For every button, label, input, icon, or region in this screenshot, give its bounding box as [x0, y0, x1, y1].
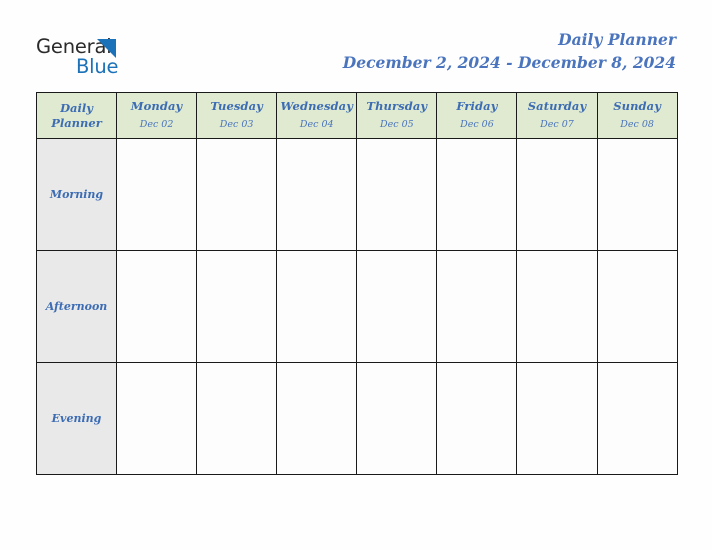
- slot-evening-saturday[interactable]: [516, 362, 598, 475]
- generalblue-logo: General Blue: [36, 36, 266, 82]
- corner-label-line2: Planner: [51, 115, 102, 130]
- day-header-saturday: Saturday Dec 07: [516, 92, 598, 139]
- slot-morning-saturday[interactable]: [516, 138, 598, 251]
- day-header-tuesday: Tuesday Dec 03: [196, 92, 278, 139]
- row-label-afternoon: Afternoon: [36, 250, 117, 363]
- slot-afternoon-tuesday[interactable]: [196, 250, 278, 363]
- slot-morning-monday[interactable]: [115, 138, 198, 251]
- slot-afternoon-friday[interactable]: [436, 250, 518, 363]
- corner-label-line1: Daily: [60, 100, 93, 115]
- slot-evening-friday[interactable]: [436, 362, 518, 475]
- slot-evening-sunday[interactable]: [596, 362, 678, 475]
- planner-row-evening: Evening: [36, 362, 678, 475]
- slot-evening-wednesday[interactable]: [276, 362, 358, 475]
- logo-text-blue: Blue: [76, 55, 119, 78]
- row-label-evening: Evening: [36, 362, 117, 475]
- day-name: Monday: [130, 99, 183, 113]
- slot-morning-wednesday[interactable]: [276, 138, 358, 251]
- day-date: Dec 06: [460, 119, 494, 130]
- slot-evening-tuesday[interactable]: [196, 362, 278, 475]
- day-name: Saturday: [527, 99, 587, 113]
- slot-morning-thursday[interactable]: [356, 138, 438, 251]
- day-header-thursday: Thursday Dec 05: [356, 92, 438, 139]
- planner-row-morning: Morning: [36, 138, 678, 251]
- table-header-row: Daily Planner Monday Dec 02 Tuesday Dec …: [36, 92, 678, 139]
- slot-afternoon-wednesday[interactable]: [276, 250, 358, 363]
- day-name: Thursday: [366, 99, 428, 113]
- page-header: General Blue Daily Planner December 2, 2…: [0, 0, 712, 92]
- slot-morning-tuesday[interactable]: [196, 138, 278, 251]
- header-titles: Daily Planner December 2, 2024 - Decembe…: [343, 30, 676, 73]
- slot-evening-monday[interactable]: [115, 362, 198, 475]
- slot-afternoon-saturday[interactable]: [516, 250, 598, 363]
- day-name: Wednesday: [280, 99, 354, 113]
- day-date: Dec 02: [139, 119, 174, 130]
- slot-afternoon-thursday[interactable]: [356, 250, 438, 363]
- slot-evening-thursday[interactable]: [356, 362, 438, 475]
- slot-morning-friday[interactable]: [436, 138, 518, 251]
- day-date: Dec 03: [219, 119, 254, 130]
- day-header-friday: Friday Dec 06: [436, 92, 518, 139]
- day-date: Dec 07: [540, 119, 574, 130]
- row-label-morning: Morning: [36, 138, 117, 251]
- weekly-planner-table: Daily Planner Monday Dec 02 Tuesday Dec …: [36, 92, 678, 475]
- page-title: Daily Planner: [558, 30, 676, 49]
- day-name: Sunday: [613, 99, 662, 113]
- planner-page: General Blue Daily Planner December 2, 2…: [0, 0, 712, 550]
- slot-afternoon-sunday[interactable]: [596, 250, 678, 363]
- day-header-wednesday: Wednesday Dec 04: [276, 92, 358, 139]
- day-name: Friday: [456, 99, 498, 113]
- day-name: Tuesday: [210, 99, 263, 113]
- day-date: Dec 08: [620, 119, 654, 130]
- table-corner-header: Daily Planner: [36, 92, 117, 139]
- slot-afternoon-monday[interactable]: [115, 250, 198, 363]
- planner-row-afternoon: Afternoon: [36, 250, 678, 363]
- day-date: Dec 04: [299, 119, 334, 130]
- date-range: December 2, 2024 - December 8, 2024: [342, 53, 676, 72]
- slot-morning-sunday[interactable]: [596, 138, 678, 251]
- day-header-sunday: Sunday Dec 08: [596, 92, 678, 139]
- day-header-monday: Monday Dec 02: [115, 92, 198, 139]
- day-date: Dec 05: [379, 119, 414, 130]
